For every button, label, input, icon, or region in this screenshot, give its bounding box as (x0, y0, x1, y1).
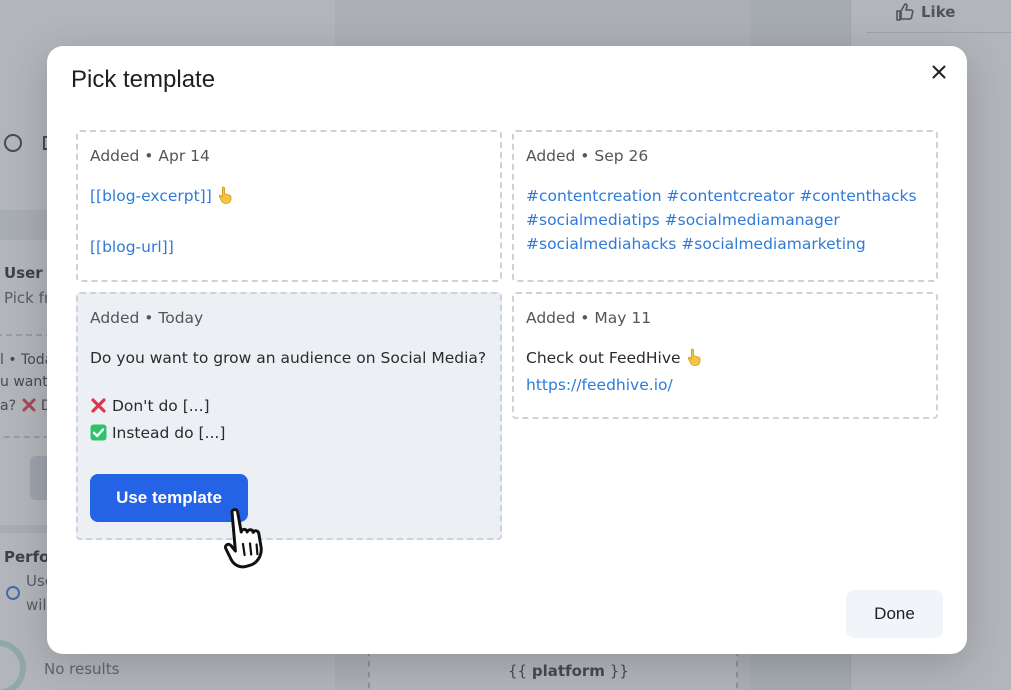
template-text: Check out FeedHive (526, 349, 681, 367)
pointing-down-icon (217, 186, 233, 211)
template-added-date: Added • Today (90, 309, 204, 327)
template-card[interactable]: Added • Apr 14 [[blog-excerpt]] [[blog-u… (76, 130, 502, 282)
pick-template-modal: Pick template Added • Apr 14 [[blog-exce… (47, 46, 967, 654)
template-line: Check out FeedHive (526, 346, 924, 373)
template-line: [[blog-excerpt]] (90, 184, 488, 211)
template-question: Do you want to grow an audience on Socia… (90, 349, 487, 367)
template-variable: [[blog-excerpt]] (90, 187, 212, 205)
cross-mark-icon (90, 397, 107, 421)
template-added-date: Added • May 11 (526, 309, 652, 327)
pointing-down-icon (686, 348, 702, 373)
template-added-date: Added • Apr 14 (90, 147, 210, 165)
template-dont-line: Don't do [...] (90, 394, 488, 421)
template-card[interactable]: Added • May 11 Check out FeedHive https:… (512, 292, 938, 419)
modal-title: Pick template (71, 66, 216, 93)
close-button[interactable] (927, 60, 951, 84)
template-hashtags: #socialmediahacks #socialmediamarketing (526, 235, 866, 253)
check-mark-icon (90, 424, 107, 448)
template-card-hovered[interactable]: Added • Today Do you want to grow an aud… (76, 292, 502, 540)
close-icon (932, 65, 946, 79)
template-hashtags: #socialmediatips #socialmediamanager (526, 211, 840, 229)
template-url: https://feedhive.io/ (526, 376, 673, 394)
template-hashtags: #contentcreation #contentcreator #conten… (526, 187, 917, 205)
template-instead-text: Instead do [...] (111, 424, 226, 442)
template-variable: [[blog-url]] (90, 238, 174, 256)
hand-pointer-cursor-icon (224, 508, 263, 569)
template-instead-line: Instead do [...] (90, 421, 488, 448)
template-added-date: Added • Sep 26 (526, 147, 649, 165)
template-dont-text: Don't do [...] (111, 397, 210, 415)
template-card[interactable]: Added • Sep 26 #contentcreation #content… (512, 130, 938, 282)
done-button[interactable]: Done (846, 590, 943, 638)
